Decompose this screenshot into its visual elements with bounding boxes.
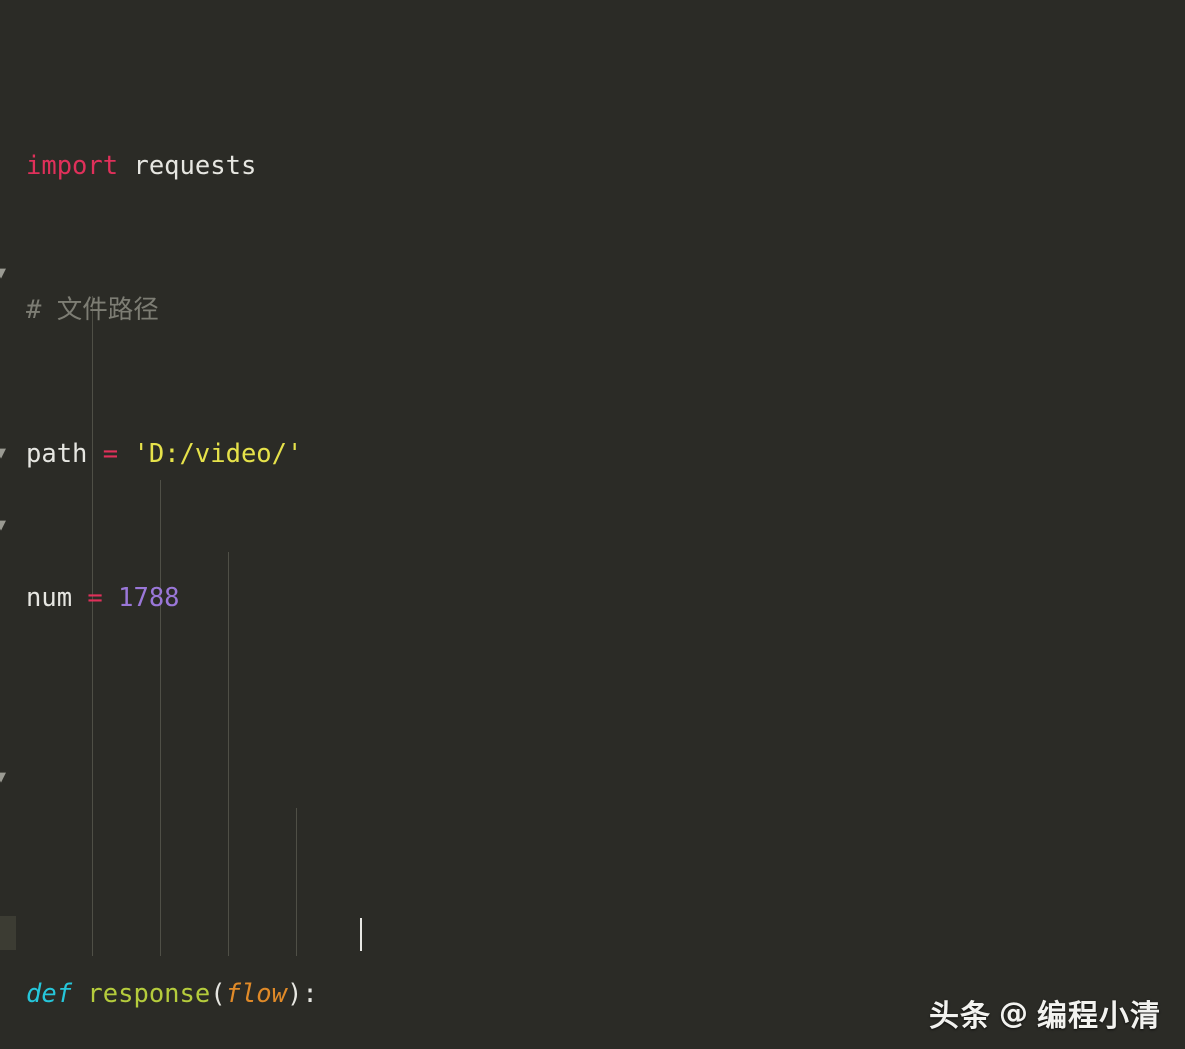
code-line-blank[interactable]	[26, 724, 1185, 760]
code-line[interactable]: import requests	[26, 148, 1185, 184]
token-operator-assign: =	[72, 583, 119, 613]
code-line-blank[interactable]	[26, 832, 1185, 868]
watermark: 头条 @ 编程小清	[929, 991, 1161, 1035]
watermark-at-icon: @	[999, 996, 1029, 1030]
code-line[interactable]: # 文件路径	[26, 292, 1185, 328]
token-comment: # 文件路径	[26, 295, 159, 325]
code-line[interactable]: num = 1788	[26, 580, 1185, 616]
code-line[interactable]: path = 'D:/video/'	[26, 436, 1185, 472]
text-caret	[360, 918, 362, 951]
fold-arrow-icon[interactable]: ▼	[0, 519, 8, 532]
fold-arrow-icon[interactable]: ▼	[0, 267, 8, 280]
watermark-brand: 头条	[929, 999, 991, 1034]
token-var-path: path	[26, 439, 88, 469]
token-paren-open: (	[210, 979, 226, 1009]
token-string-path: 'D:/video/'	[133, 439, 303, 469]
fold-arrow-icon[interactable]: ▼	[0, 447, 8, 460]
current-line-gutter-highlight	[0, 916, 16, 950]
token-module-requests: requests	[118, 151, 257, 181]
token-var-num: num	[26, 583, 73, 613]
fold-arrow-icon[interactable]: ▼	[0, 771, 8, 784]
editor-gutter[interactable]: ▼ ▼ ▼ ▼	[0, 0, 16, 1049]
code-text-area[interactable]: import requests # 文件路径 path = 'D:/video/…	[26, 40, 1185, 1049]
code-editor-screenshot: ▼ ▼ ▼ ▼ import requests # 文件路径 path = 'D…	[0, 0, 1185, 1049]
token-paren-close-colon: ):	[287, 979, 318, 1009]
token-keyword-def: def	[26, 979, 73, 1009]
watermark-author: 编程小清	[1037, 999, 1161, 1034]
token-parameter-flow: flow	[225, 979, 288, 1009]
token-keyword-import: import	[26, 151, 119, 181]
token-operator-assign: =	[87, 439, 134, 469]
token-function-name: response	[72, 979, 211, 1009]
token-number: 1788	[118, 583, 180, 613]
